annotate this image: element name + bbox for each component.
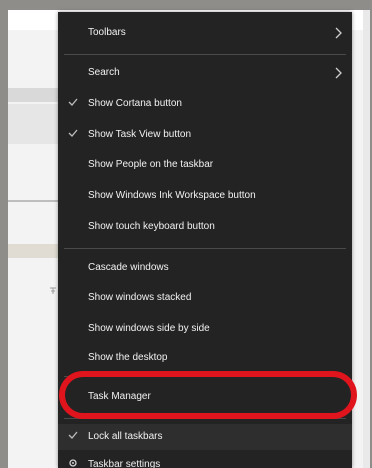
background-window-edge <box>363 10 370 468</box>
menu-separator <box>64 376 346 377</box>
menu-item-task-manager[interactable]: Task Manager <box>58 384 352 410</box>
menu-item-toolbars[interactable]: Toolbars <box>58 20 352 46</box>
menu-item-label: Show Cortana button <box>88 98 182 109</box>
menu-item-show-touch-keyboard[interactable]: Show touch keyboard button <box>58 214 352 240</box>
menu-separator <box>64 248 346 249</box>
menu-item-show-ink-workspace[interactable]: Show Windows Ink Workspace button <box>58 183 352 209</box>
menu-item-label: Show touch keyboard button <box>88 221 215 232</box>
menu-item-label: Show windows side by side <box>88 323 210 334</box>
menu-item-label: Show the desktop <box>88 352 168 363</box>
menu-separator <box>64 418 346 419</box>
menu-item-lock-all-taskbars[interactable]: Lock all taskbars <box>58 424 352 450</box>
menu-item-label: Show Task View button <box>88 129 192 140</box>
background-band <box>8 104 58 144</box>
chevron-right-icon <box>335 67 342 79</box>
check-icon <box>68 431 78 439</box>
background-band <box>8 244 58 258</box>
menu-item-taskbar-settings[interactable]: Taskbar settings <box>58 452 352 468</box>
menu-item-show-people[interactable]: Show People on the taskbar <box>58 152 352 178</box>
menu-separator <box>64 54 346 55</box>
menu-item-label: Task Manager <box>88 391 151 402</box>
menu-item-show-task-view-button[interactable]: Show Task View button <box>58 122 352 148</box>
menu-item-label: Show Windows Ink Workspace button <box>88 190 256 201</box>
menu-item-label: Cascade windows <box>88 262 169 273</box>
menu-item-label: Search <box>88 67 120 78</box>
gear-icon <box>69 459 77 467</box>
taskbar-context-menu: Toolbars Search Show Cortana button Show… <box>58 12 352 468</box>
menu-item-show-desktop[interactable]: Show the desktop <box>58 345 352 371</box>
menu-item-label: Show People on the taskbar <box>88 159 214 170</box>
chevron-right-icon <box>335 27 342 39</box>
menu-item-label: Lock all taskbars <box>88 431 163 442</box>
menu-item-search[interactable]: Search <box>58 60 352 86</box>
menu-item-show-cortana-button[interactable]: Show Cortana button <box>58 91 352 117</box>
menu-item-show-windows-side-by-side[interactable]: Show windows side by side <box>58 316 352 342</box>
background-band <box>8 88 58 102</box>
menu-item-label: Taskbar settings <box>88 459 161 468</box>
pin-icon <box>50 287 56 294</box>
menu-item-label: Toolbars <box>88 27 126 38</box>
menu-item-label: Show windows stacked <box>88 292 192 303</box>
menu-item-show-windows-stacked[interactable]: Show windows stacked <box>58 285 352 311</box>
check-icon <box>68 98 78 106</box>
menu-item-cascade-windows[interactable]: Cascade windows <box>58 255 352 281</box>
check-icon <box>68 129 78 137</box>
background-band <box>8 200 58 202</box>
